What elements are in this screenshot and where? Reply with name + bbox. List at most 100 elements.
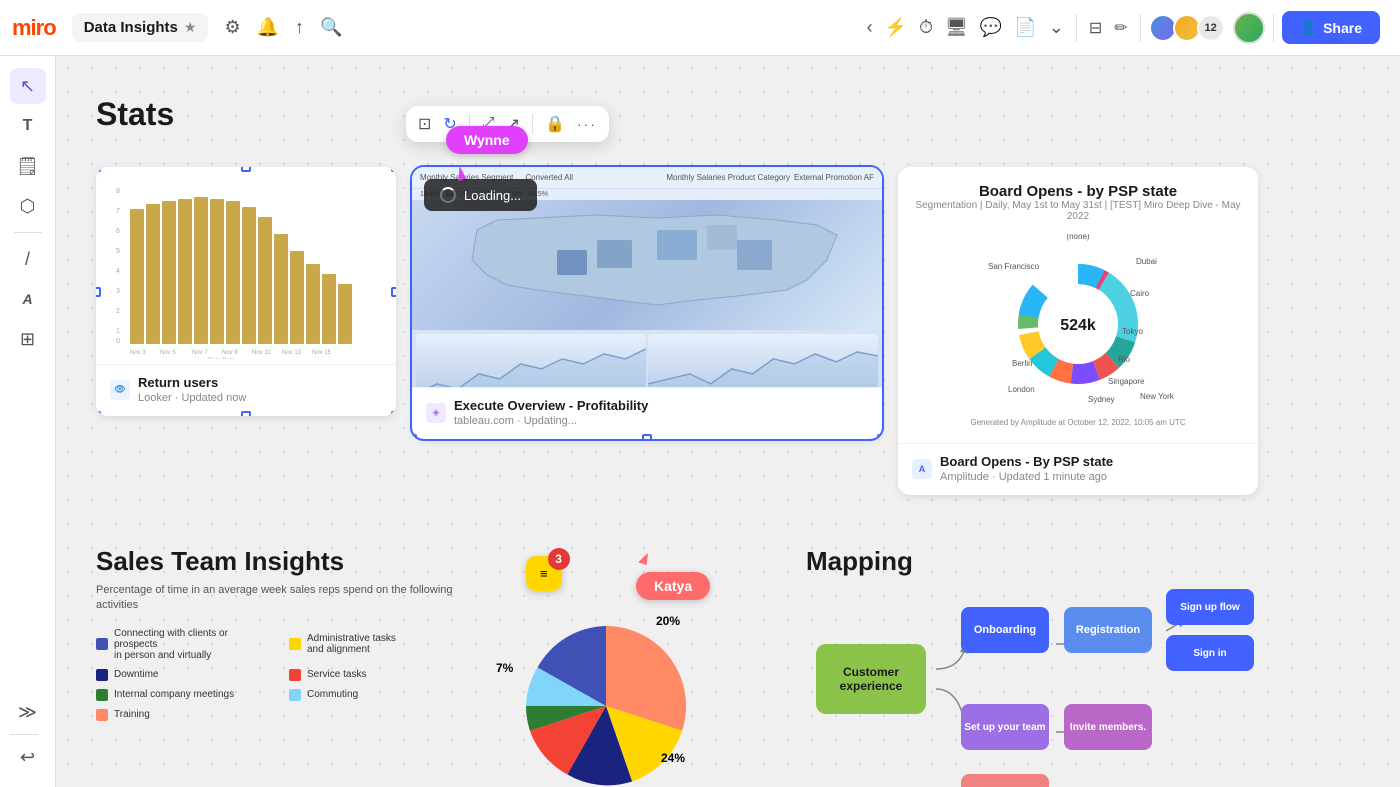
legend-label-commuting: Commuting (307, 689, 358, 700)
tool-undo[interactable]: ↩ (10, 739, 46, 775)
katya-area: Katya (636, 556, 710, 600)
resize-tr[interactable] (391, 167, 396, 172)
legend-label-connecting: Connecting with clients or prospectsin p… (114, 628, 273, 661)
search-icon[interactable]: 🔍 (320, 17, 342, 38)
back-icon[interactable]: ‹ (863, 13, 877, 42)
node-customer-exp[interactable]: Customer experience (816, 644, 926, 714)
settings-icon[interactable]: ⚙ (224, 17, 240, 38)
embed-icon[interactable]: ⊡ (418, 114, 431, 134)
screen-icon[interactable]: 🖥 (941, 13, 972, 42)
tool-pen[interactable]: / (10, 241, 46, 277)
resize-mr[interactable] (391, 287, 396, 297)
svg-text:Nov 5: Nov 5 (160, 350, 176, 356)
resize-bl2[interactable] (412, 434, 417, 439)
resize-ml[interactable] (96, 287, 101, 297)
tool-hand[interactable]: A (10, 281, 46, 317)
tableau-card[interactable]: Loading... Monthly Salaries Segment Conv… (412, 167, 882, 439)
legend-dot-downtime (96, 669, 108, 681)
cursor-icon: ↖ (20, 76, 35, 97)
star-icon[interactable]: ★ (184, 19, 197, 36)
map-chart (412, 200, 882, 330)
board-title: Data Insights (84, 19, 178, 36)
miro-logo[interactable]: miro (12, 15, 56, 41)
canvas-content: Stats Wynne ⊡ ↻ ⤢ ↗ 🔒 ··· (56, 56, 1400, 787)
bar-chart-card[interactable]: 8 7 6 5 4 3 2 1 0 (96, 167, 396, 416)
donut-card[interactable]: Board Opens - by PSP state Segmentation … (898, 167, 1258, 495)
tool-expand[interactable]: ≫ (10, 694, 46, 730)
chart-mini-1 (416, 334, 646, 387)
upload-icon[interactable]: ↑ (295, 17, 304, 38)
svg-text:7: 7 (116, 208, 120, 215)
label-singapore: Singapore (1108, 377, 1145, 386)
legend-downtime: Downtime (96, 669, 273, 681)
node-registration[interactable]: Registration (1064, 607, 1152, 653)
left-sidebar: ↖ T 🗒 ⬡ / A ⊞ ≫ ↩ (0, 56, 56, 787)
legend-meetings: Internal company meetings (96, 689, 273, 701)
text-icon: T (23, 117, 33, 135)
avatar-count[interactable]: 12 (1197, 14, 1225, 42)
lock-icon[interactable]: 🔒 (545, 114, 565, 134)
label-sydney: Sydney (1088, 395, 1115, 404)
filter-icon[interactable]: ⊟ (1085, 14, 1106, 42)
amplitude-generated: Generated by Amplitude at October 12, 20… (914, 418, 1242, 427)
node-invite-members[interactable]: Invite members. (1064, 704, 1152, 750)
resize-bm[interactable] (241, 411, 251, 416)
resize-bm2[interactable] (642, 434, 652, 439)
chart-lines (412, 330, 882, 387)
tool-select[interactable]: ↖ (10, 68, 46, 104)
resize-br2[interactable] (877, 434, 882, 439)
timer-icon[interactable]: ⏱ (915, 13, 937, 42)
svg-text:Nov 15: Nov 15 (312, 350, 332, 356)
more-nav-icon[interactable]: ⌄ (1045, 13, 1068, 42)
comment-badge[interactable]: ≡ 3 (526, 556, 562, 591)
sales-subtitle: Percentage of time in an average week sa… (96, 583, 466, 614)
chart-footer: 👁 Return users Looker · Updated now (96, 364, 396, 416)
tool-sticky[interactable]: 🗒 (10, 148, 46, 184)
resize-br[interactable] (391, 411, 396, 416)
donut-center-value: 524k (1060, 317, 1096, 334)
legend-training: Training (96, 709, 273, 721)
svg-text:Nov 9: Nov 9 (222, 350, 238, 356)
donut-label: Board Opens - By PSP state (940, 454, 1113, 469)
resize-tl[interactable] (96, 167, 101, 172)
svg-text:8: 8 (116, 188, 120, 195)
lightning-icon[interactable]: ⚡ (881, 13, 911, 42)
tool-shapes[interactable]: ⬡ (10, 188, 46, 224)
board-title-area[interactable]: Data Insights ★ (72, 13, 209, 42)
tool-frame[interactable]: ⊞ (10, 321, 46, 357)
tableau-footer: ◈ Execute Overview - Profitability table… (412, 387, 882, 439)
mapping-section: Mapping (806, 546, 1226, 787)
comment-count[interactable]: 3 (548, 548, 570, 570)
node-bottom-red[interactable] (961, 774, 1049, 787)
resize-bl[interactable] (96, 411, 101, 416)
more-options-icon[interactable]: ··· (577, 116, 597, 132)
node-signin[interactable]: Sign in (1166, 635, 1254, 671)
label-rio: Rio (1118, 355, 1131, 364)
pie-label-7a: 7% (496, 661, 513, 675)
nav-icon-row: ‹ ⚡ ⏱ 🖥 💬 📄 ⌄ ⊟ ✏ 12 👤 Share (863, 11, 1380, 44)
pie-chart-container: 20% 7% 24% (506, 606, 766, 787)
user-avatar[interactable] (1233, 12, 1265, 44)
share-button[interactable]: 👤 Share (1282, 11, 1380, 44)
pen-icon[interactable]: ✏ (1110, 14, 1131, 42)
tableau-icon: ◈ (426, 403, 446, 423)
chart-title: Return users (138, 375, 246, 390)
node-onboarding[interactable]: Onboarding (961, 607, 1049, 653)
svg-text:3: 3 (116, 288, 120, 295)
legend-commuting: Commuting (289, 689, 466, 701)
tool-text[interactable]: T (10, 108, 46, 144)
label-newyork: New York (1140, 392, 1175, 401)
node-signup[interactable]: Sign up flow (1166, 589, 1254, 625)
svg-text:6: 6 (116, 228, 120, 235)
notifications-icon[interactable]: 🔔 (257, 17, 279, 38)
chat-icon[interactable]: 💬 (976, 13, 1006, 42)
separator2 (1140, 14, 1141, 42)
node-setup-team[interactable]: Set up your team (961, 704, 1049, 750)
doc-icon[interactable]: 📄 (1010, 13, 1040, 42)
legend-connecting: Connecting with clients or prospectsin p… (96, 628, 273, 661)
canvas[interactable]: Stats Wynne ⊡ ↻ ⤢ ↗ 🔒 ··· (56, 56, 1400, 787)
amplitude-icon: A (912, 459, 932, 479)
resize-tm[interactable] (241, 167, 251, 172)
label-cairo: Cairo (1130, 289, 1150, 298)
svg-text:5: 5 (116, 248, 120, 255)
